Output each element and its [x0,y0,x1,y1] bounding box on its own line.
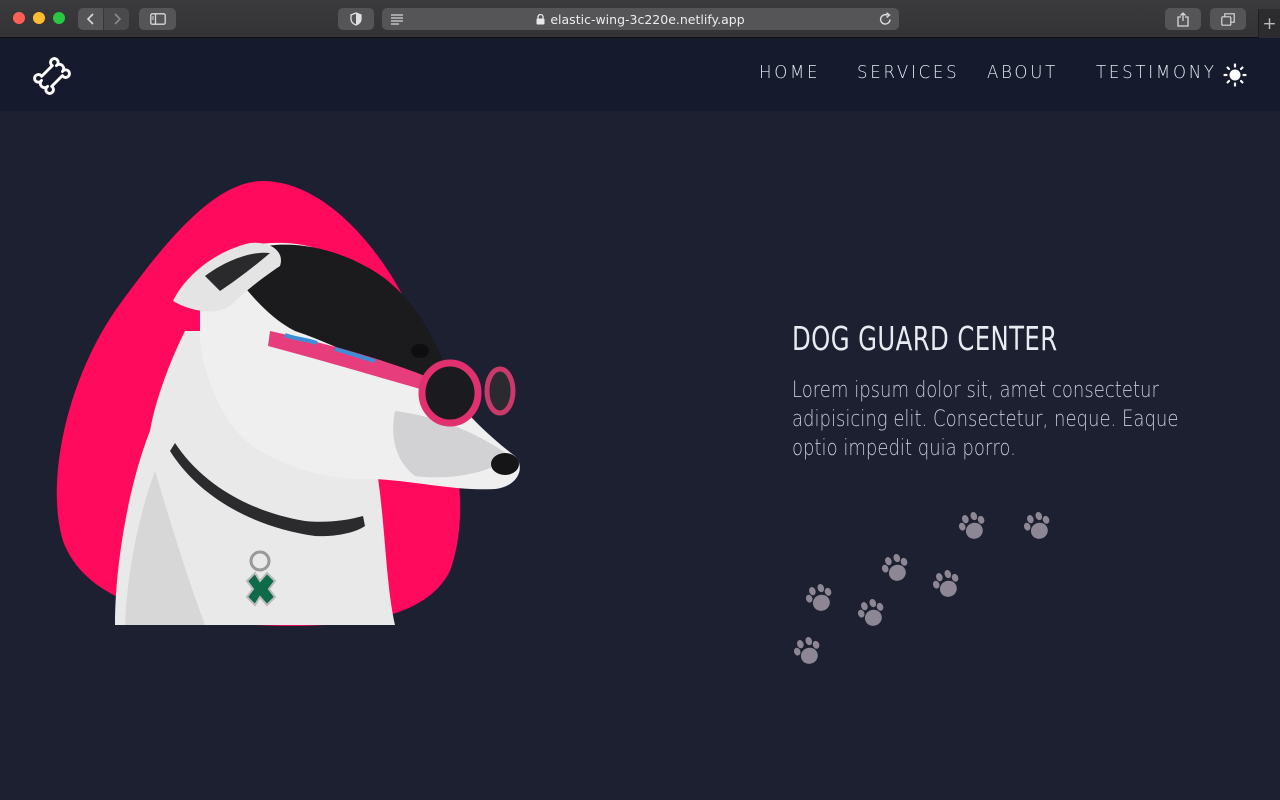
forward-icon [113,13,121,25]
bone-icon[interactable] [33,57,71,95]
hero-description: Lorem ipsum dolor sit, amet consectetur … [792,378,1179,461]
minimize-window-button[interactable] [33,12,45,24]
paw-prints-icon [957,511,989,543]
back-icon [86,13,94,25]
url-text: elastic-wing-3c220e.netlify.app [550,11,745,27]
share-icon [1177,11,1189,27]
tab-overview-button[interactable] [1210,8,1246,30]
address-bar[interactable]: elastic-wing-3c220e.netlify.app [382,8,899,30]
reader-icon[interactable] [390,13,404,25]
sidebar-icon [149,13,166,25]
nav-testimony[interactable]: TESTIMONY [1096,62,1217,83]
paw-prints-icon [880,553,912,585]
paw-prints-icon [804,583,836,615]
nav-home[interactable]: HOME [759,62,820,83]
tabs-icon [1221,12,1235,26]
hero-title: DOG GUARD CENTER [792,319,1058,358]
nav-services[interactable]: SERVICES [857,62,959,83]
paw-prints-icon [1022,511,1054,543]
privacy-report-button[interactable] [338,8,374,30]
back-button[interactable] [78,8,103,30]
close-window-button[interactable] [13,12,25,24]
forward-button[interactable] [104,8,129,30]
lock-icon [536,13,545,24]
browser-toolbar: elastic-wing-3c220e.netlify.app + [0,0,1280,38]
paw-prints-icon [856,598,888,630]
plus-icon: + [1262,13,1277,34]
reload-icon[interactable] [879,12,892,26]
zoom-window-button[interactable] [53,12,65,24]
paw-prints-icon [931,569,963,601]
shield-icon [350,12,362,26]
site-navbar: HOME SERVICES ABOUT TESTIMONY [0,38,1280,111]
dog-with-sunglasses-image [56,181,520,626]
sun-icon[interactable] [1223,63,1247,87]
hero-section: DOG GUARD CENTER Lorem ipsum dolor sit, … [0,111,1280,800]
sidebar-button[interactable] [139,8,176,30]
new-tab-button[interactable]: + [1258,9,1280,38]
nav-about[interactable]: ABOUT [987,62,1058,83]
paw-prints-icon [792,636,824,668]
share-button[interactable] [1165,8,1201,30]
